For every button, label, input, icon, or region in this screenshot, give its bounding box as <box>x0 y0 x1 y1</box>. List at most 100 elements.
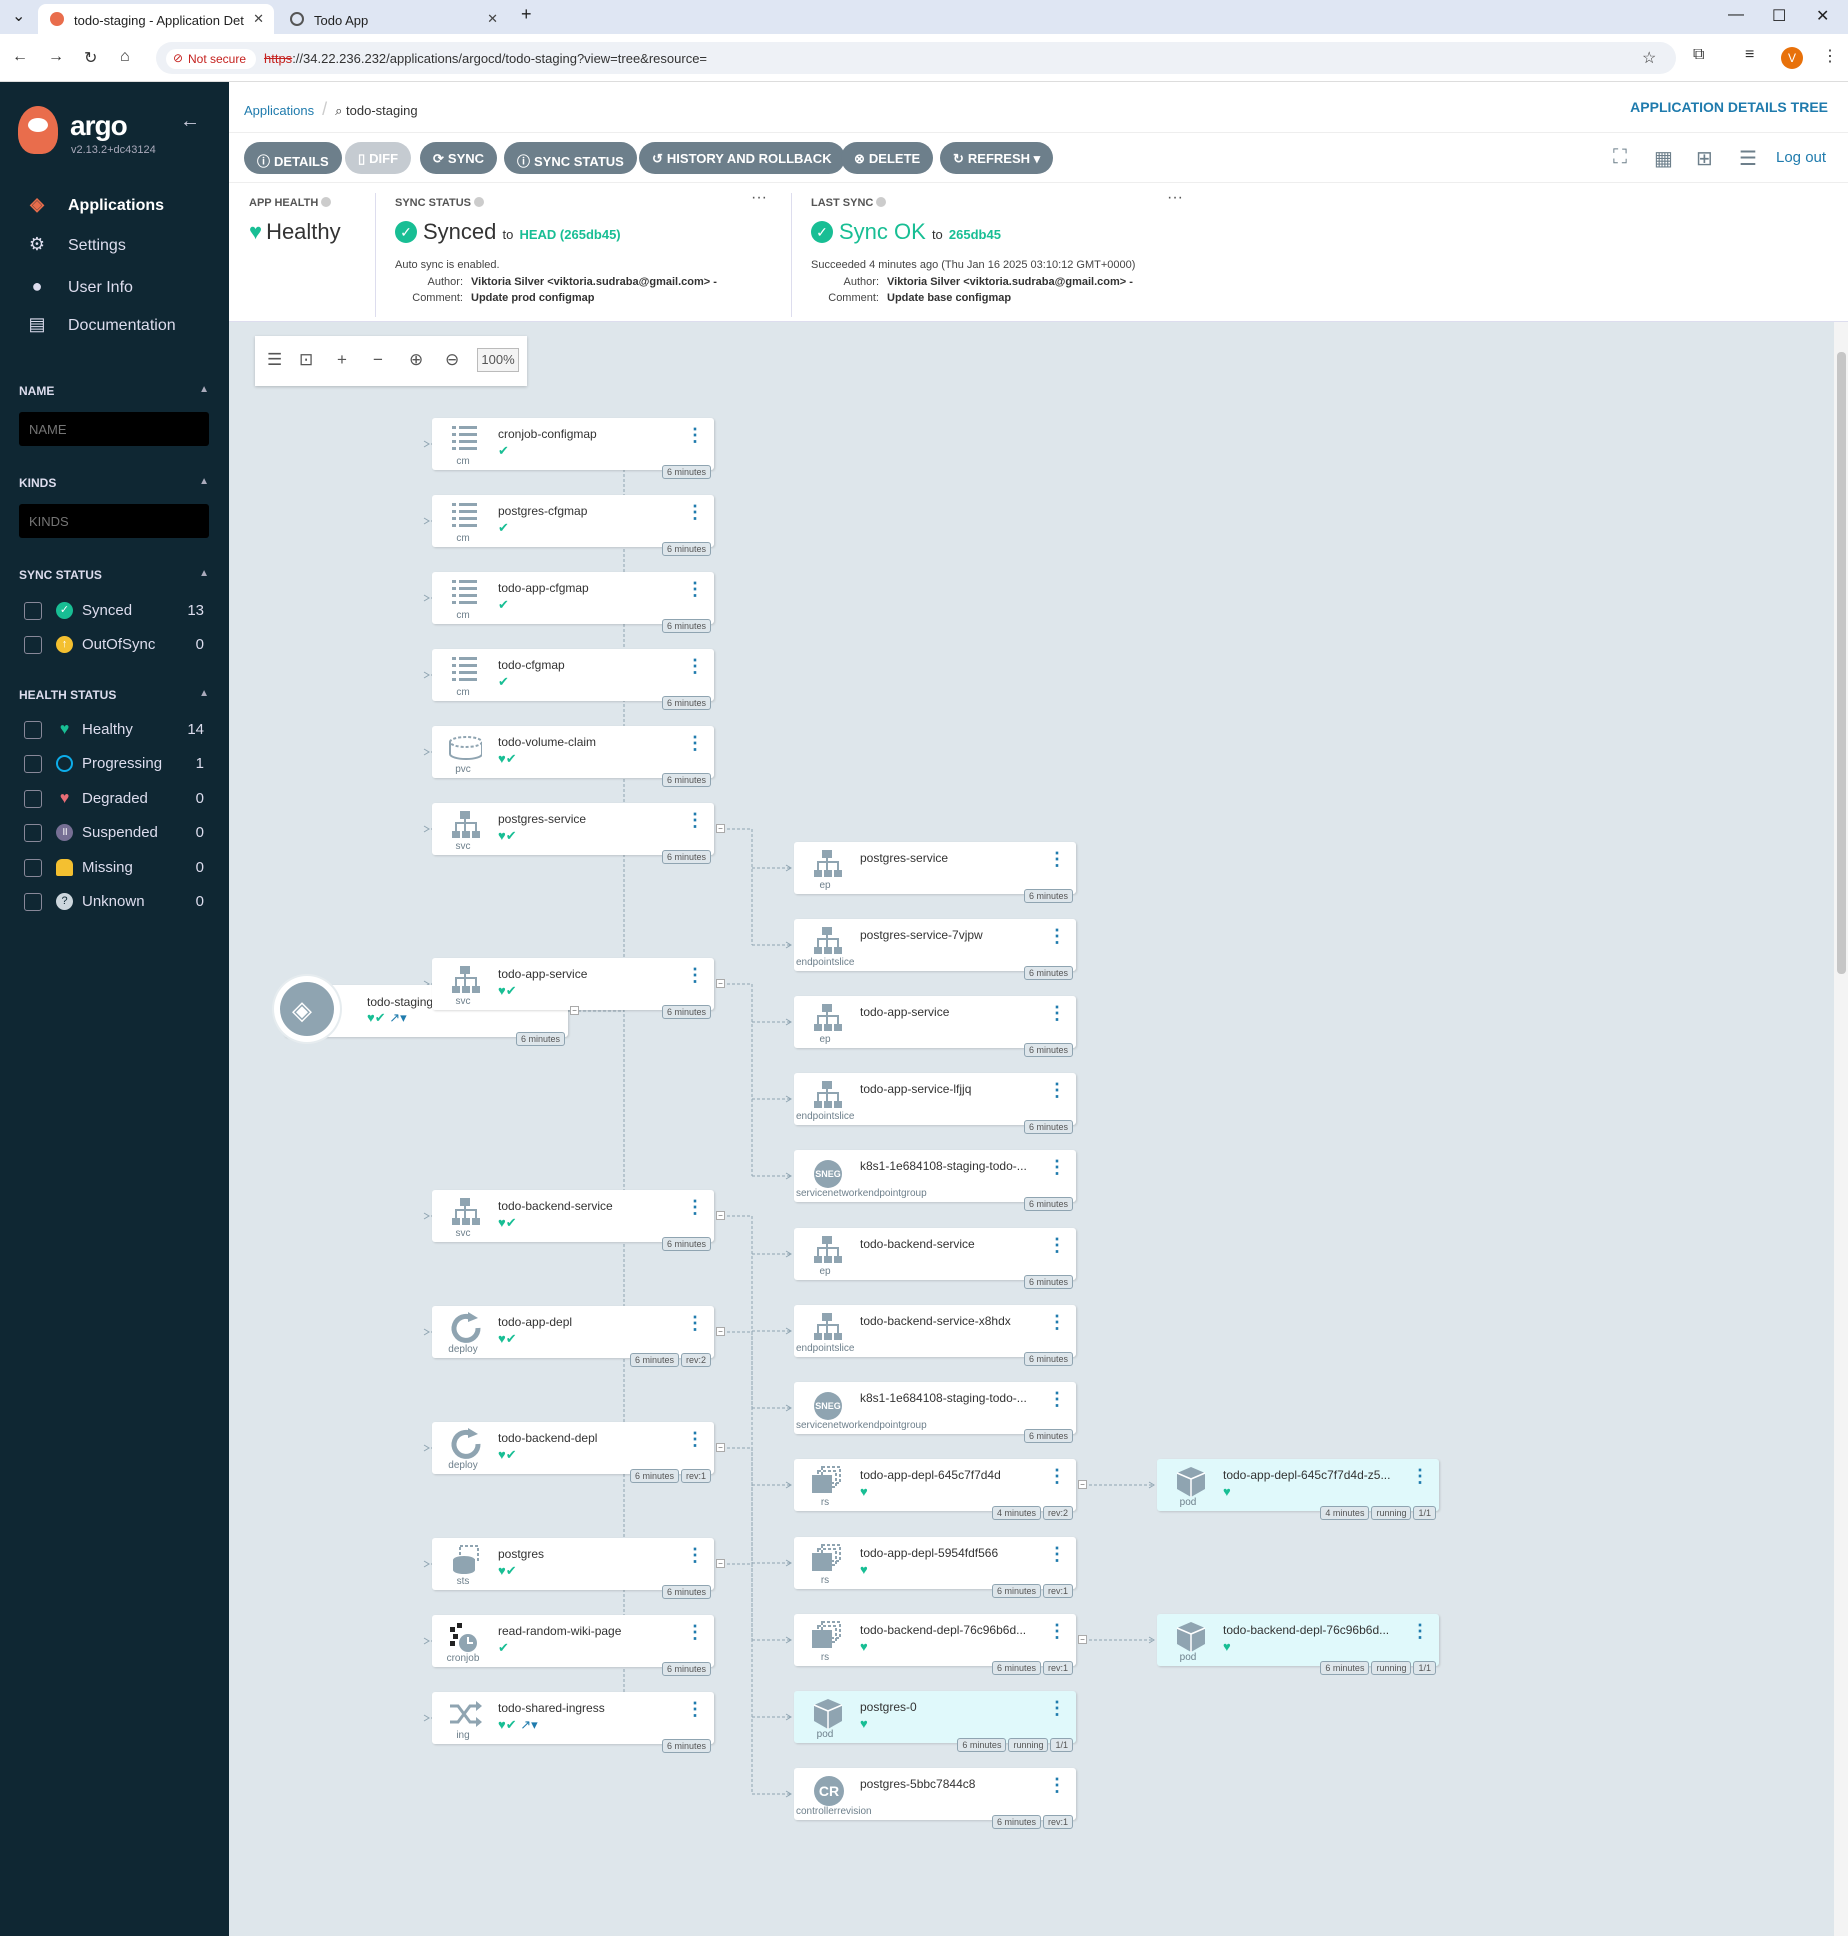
sidebar-item-documentation[interactable]: ▤ Documentation <box>26 314 175 335</box>
maximize-icon[interactable]: ☐ <box>1772 6 1786 26</box>
profile-avatar[interactable]: V <box>1781 47 1803 69</box>
align-left-icon[interactable]: ☰ <box>267 350 282 370</box>
resource-node[interactable]: cm cronjob-configmap ✔ ⋮ 6 minutes <box>432 418 714 479</box>
resource-tree-canvas[interactable]: ☰ ⊡ + − ⊕ ⊖ 100% ◈ todo-staging ♥✔ ↗▾ ⋮ … <box>229 322 1834 1936</box>
url-field[interactable]: Not secure https://34.22.236.232/applica… <box>156 42 1676 74</box>
resource-node[interactable]: endpointslice postgres-service-7vjpw ⋮ 6 mi… <box>794 919 1076 980</box>
more-actions-icon[interactable]: ⋮ <box>1048 1236 1066 1254</box>
details-button[interactable]: ⓘ DETAILS <box>244 142 342 174</box>
checkbox[interactable] <box>24 824 42 842</box>
collapse-toggle[interactable]: − <box>1078 1480 1087 1489</box>
fit-screen-icon[interactable]: ⊡ <box>299 350 313 370</box>
forward-icon[interactable]: → <box>48 48 64 66</box>
tab-list-chevron-icon[interactable]: ⌄ <box>12 6 25 26</box>
more-actions-icon[interactable]: ⋮ <box>1048 927 1066 945</box>
collapse-toggle[interactable]: − <box>716 1443 725 1452</box>
help-icon[interactable] <box>876 197 887 207</box>
expand-all-icon[interactable]: + <box>337 350 347 370</box>
zoom-in-icon[interactable]: ⊕ <box>409 350 423 370</box>
collapse-toggle[interactable]: − <box>716 1559 725 1568</box>
more-actions-icon[interactable]: ⋮ <box>686 1198 704 1216</box>
filter-unknown[interactable]: ? Unknown 0 <box>24 891 204 915</box>
more-actions-icon[interactable]: ⋮ <box>686 580 704 598</box>
extensions-icon[interactable]: ⧉ <box>1693 46 1704 64</box>
resource-node[interactable]: cm todo-cfgmap ✔ ⋮ 6 minutes <box>432 649 714 710</box>
breadcrumb-applications-link[interactable]: Applications <box>244 103 314 118</box>
filter-outofsync[interactable]: ↑ OutOfSync 0 <box>24 634 204 658</box>
last-sync-revision-link[interactable]: 265db45 <box>949 227 1001 242</box>
sync-button[interactable]: ⟳ SYNC <box>420 142 498 174</box>
collapse-toggle[interactable]: − <box>716 979 725 988</box>
resource-node[interactable]: endpointslice todo-backend-service-x8hdx ⋮… <box>794 1305 1076 1366</box>
more-actions-icon[interactable]: ⋮ <box>1048 1776 1066 1794</box>
more-actions-icon[interactable]: ⋮ <box>686 1623 704 1641</box>
sidebar-item-user-info[interactable]: ● User Info <box>26 276 133 297</box>
resource-node[interactable]: ep todo-backend-service ⋮ 6 minutes <box>794 1228 1076 1289</box>
checkbox[interactable] <box>24 636 42 654</box>
zoom-level[interactable]: 100% <box>477 348 519 372</box>
more-actions-icon[interactable]: ⋮ <box>1048 1699 1066 1717</box>
more-actions-icon[interactable]: ⋮ <box>1048 1313 1066 1331</box>
more-actions-icon[interactable]: ⋮ <box>686 1314 704 1332</box>
resource-node[interactable]: svc postgres-service ♥✔ ⋮ 6 minutes <box>432 803 714 864</box>
resource-node[interactable]: CR controllerrevision postgres-5bbc7844c8 ⋮… <box>794 1768 1076 1829</box>
resource-node[interactable]: deploy todo-app-depl ♥✔ ⋮ 6 minutes rev:2 <box>432 1306 714 1367</box>
home-icon[interactable]: ⌂ <box>120 48 130 66</box>
filter-degraded[interactable]: ♥ Degraded 0 <box>24 788 204 812</box>
zoom-out-icon[interactable]: ⊖ <box>445 350 459 370</box>
browser-tab-todo[interactable]: Todo App ✕ <box>278 4 508 34</box>
help-icon[interactable] <box>474 197 484 207</box>
collapse-caret-icon[interactable]: ▲ <box>199 568 209 579</box>
more-actions-icon[interactable]: ⋮ <box>1411 1622 1429 1640</box>
name-filter-header[interactable]: NAME ▲ <box>19 384 209 398</box>
checkbox[interactable] <box>24 790 42 808</box>
more-actions-icon[interactable]: ⋮ <box>686 1700 704 1718</box>
resource-node[interactable]: ep todo-app-service ⋮ 6 minutes <box>794 996 1076 1057</box>
more-actions-icon[interactable]: ⋮ <box>1411 1467 1429 1485</box>
resource-node[interactable]: cm todo-app-cfgmap ✔ ⋮ 6 minutes <box>432 572 714 633</box>
delete-button[interactable]: ⊗ DELETE <box>841 142 934 174</box>
list-view-icon[interactable]: ☰ <box>1739 146 1757 171</box>
filter-progressing[interactable]: Progressing 1 <box>24 753 204 777</box>
network-view-icon[interactable]: ⊞ <box>1696 146 1713 171</box>
resource-node[interactable]: endpointslice todo-app-service-lfjjq ⋮ 6 mi… <box>794 1073 1076 1134</box>
collapse-all-icon[interactable]: − <box>373 350 383 370</box>
browser-menu-icon[interactable]: ⋮ <box>1822 46 1838 66</box>
sync-status-filter-header[interactable]: SYNC STATUS ▲ <box>19 568 209 582</box>
more-options-icon[interactable]: ··· <box>751 189 767 207</box>
resource-node[interactable]: SNEG servicenetworkendpointgroup k8s1-1e68… <box>794 1382 1076 1443</box>
filter-missing[interactable]: Missing 0 <box>24 857 204 881</box>
sidebar-item-applications[interactable]: ◈ Applications <box>26 194 164 215</box>
close-tab-icon[interactable]: ✕ <box>487 11 498 27</box>
checkbox[interactable] <box>24 859 42 877</box>
more-actions-icon[interactable]: ⋮ <box>1048 1467 1066 1485</box>
close-window-icon[interactable]: ✕ <box>1816 6 1829 26</box>
history-rollback-button[interactable]: ↺ HISTORY AND ROLLBACK <box>639 142 845 174</box>
refresh-button[interactable]: ↻ REFRESH ▾ <box>940 142 1054 174</box>
scrollbar-thumb[interactable] <box>1837 352 1846 974</box>
resource-node[interactable]: ep postgres-service ⋮ 6 minutes <box>794 842 1076 903</box>
resource-node[interactable]: pod postgres-0 ♥ ⋮ 6 minutes running 1/1 <box>794 1691 1076 1752</box>
kinds-filter-input[interactable] <box>19 504 209 538</box>
health-status-filter-header[interactable]: HEALTH STATUS ▲ <box>19 688 209 702</box>
more-actions-icon[interactable]: ⋮ <box>686 1546 704 1564</box>
filter-suspended[interactable]: ॥ Suspended 0 <box>24 822 204 846</box>
resource-node[interactable]: rs todo-backend-depl-76c96b6d... ♥ ⋮ 6 minut… <box>794 1614 1076 1675</box>
more-actions-icon[interactable]: ⋮ <box>686 426 704 444</box>
more-actions-icon[interactable]: ⋮ <box>1048 1158 1066 1176</box>
media-icon[interactable]: ≡ <box>1745 46 1754 64</box>
not-secure-badge[interactable]: Not secure <box>166 49 257 69</box>
more-options-icon[interactable]: ··· <box>1167 189 1183 207</box>
resource-node[interactable]: SNEG servicenetworkendpointgroup k8s1-1e68… <box>794 1150 1076 1211</box>
resource-node[interactable]: cronjob read-random-wiki-page ✔ ⋮ 6 minutes <box>432 1615 714 1676</box>
new-tab-icon[interactable]: + <box>521 4 532 25</box>
diff-button[interactable]: ▯ DIFF <box>345 142 412 174</box>
collapse-caret-icon[interactable]: ▲ <box>199 688 209 699</box>
resource-node[interactable]: rs todo-app-depl-5954fdf566 ♥ ⋮ 6 minutes rev… <box>794 1537 1076 1598</box>
more-actions-icon[interactable]: ⋮ <box>1048 1081 1066 1099</box>
collapse-toggle[interactable]: − <box>716 1211 725 1220</box>
collapse-caret-icon[interactable]: ▲ <box>199 384 209 395</box>
back-icon[interactable]: ← <box>12 48 28 66</box>
reload-icon[interactable]: ↻ <box>84 48 97 68</box>
pods-view-icon[interactable]: ▦ <box>1654 146 1673 171</box>
